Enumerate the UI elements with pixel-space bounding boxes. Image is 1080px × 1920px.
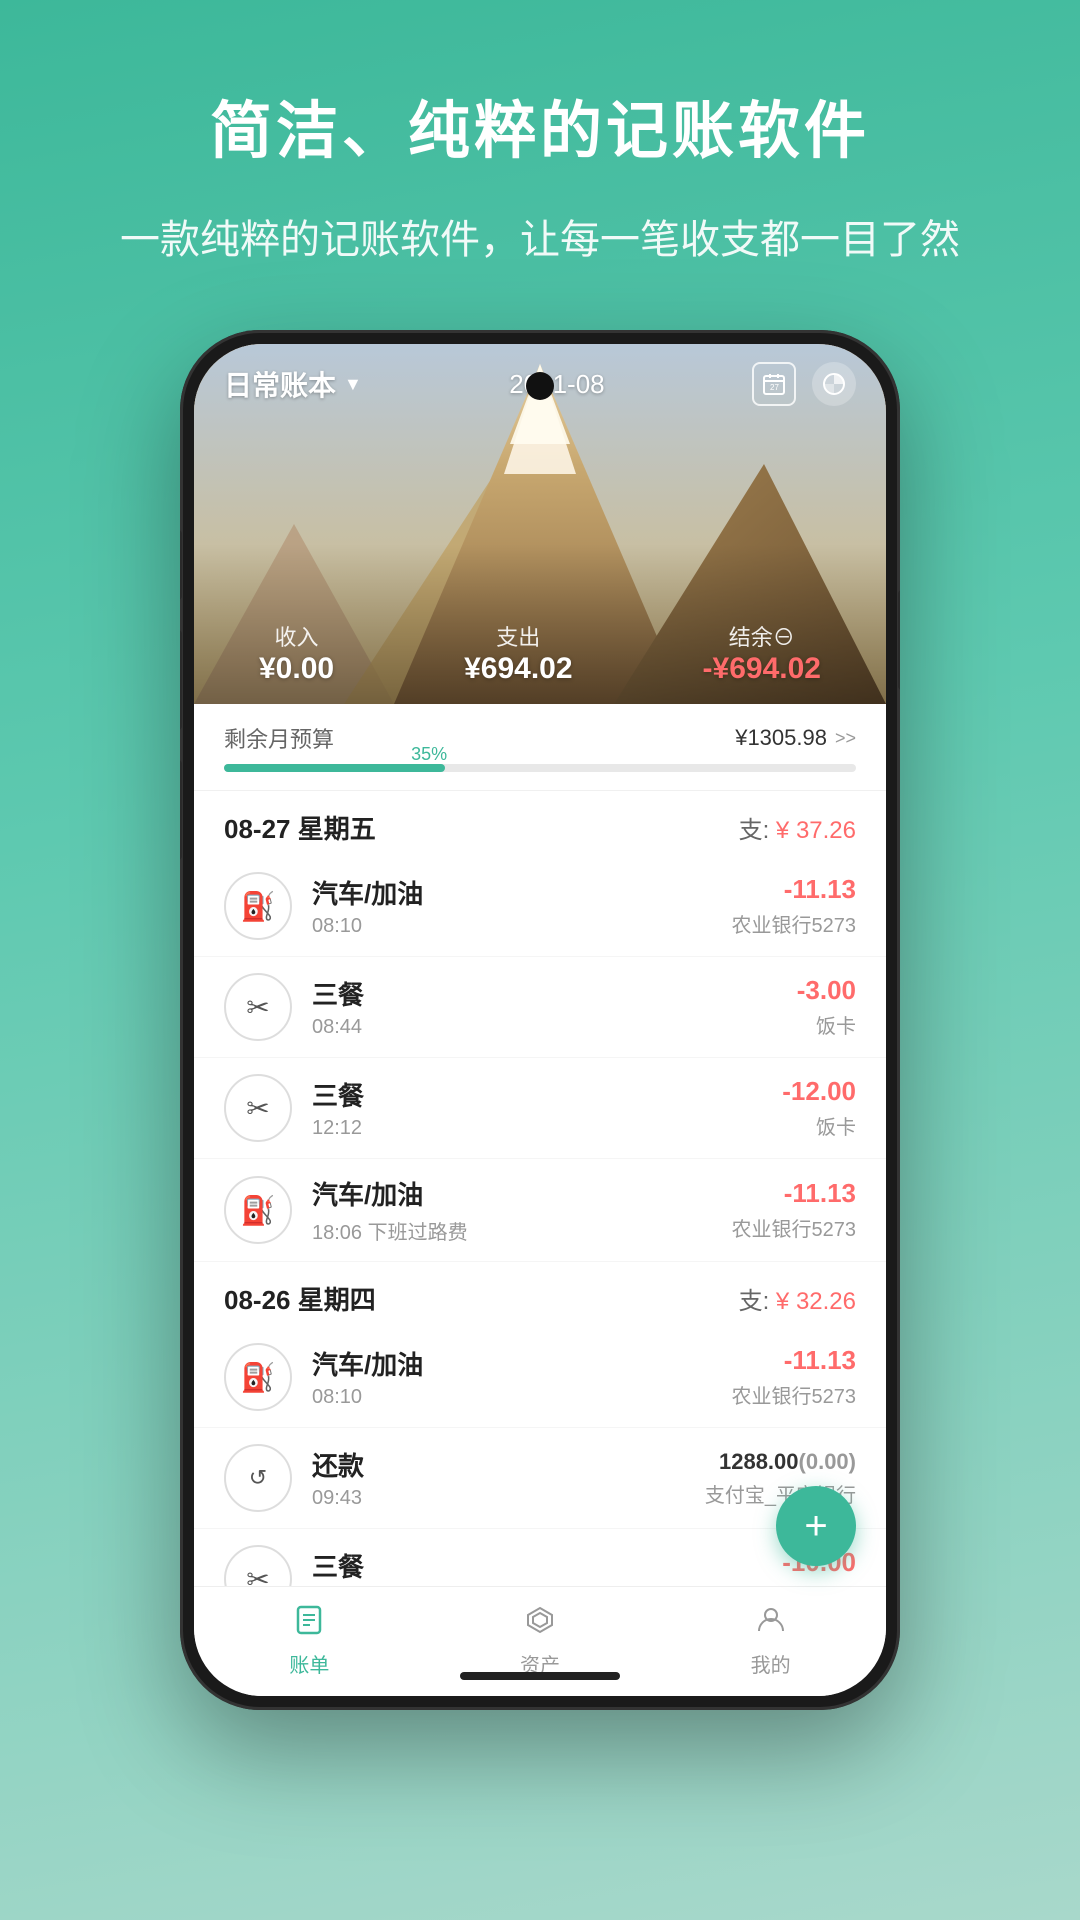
stat-expense: 支出 ¥694.02 (464, 620, 572, 686)
tx-bank: 农业银行5273 (732, 1213, 857, 1242)
tx-amount: -11.13 (732, 1178, 857, 1209)
tx-icon-meal: ✂ (224, 973, 292, 1041)
page-subtitle-text: 一款纯粹的记账软件，让每一笔收支都一目了然 (40, 210, 1040, 270)
tx-category: 还款 (312, 1446, 685, 1483)
page-title-text: 简洁、纯粹的记账软件 (210, 80, 870, 170)
nav-item-assets[interactable]: 资产 (460, 1605, 620, 1678)
tx-time: 12:12 (312, 1117, 762, 1140)
tx-category: 汽车/加油 (312, 1345, 712, 1382)
date-group-total: 支: ¥ 37.26 (739, 810, 856, 845)
tx-category: 汽车/加油 (312, 1175, 712, 1212)
header-date: 2021-08 (509, 369, 604, 400)
tx-amount: -3.00 (797, 975, 856, 1006)
tx-bank: 农业银行5273 (732, 1380, 857, 1409)
calendar-icon[interactable]: 27 (752, 362, 796, 406)
dropdown-arrow-icon: ▼ (344, 374, 362, 395)
budget-pct-label: 35% (411, 744, 447, 765)
date-group-label: 08-27 星期五 (224, 809, 376, 846)
tx-item[interactable]: ⛽ 汽车/加油 18:06 下班过路费 -11.13 农业银行5273 (194, 1159, 886, 1262)
tx-category: 三餐 (312, 975, 777, 1012)
budget-label: 剩余月预算 (224, 722, 334, 754)
add-fab[interactable]: + (776, 1486, 856, 1566)
nav-label-bills: 账单 (289, 1649, 329, 1678)
tx-info: 三餐 12:12 (312, 1076, 762, 1140)
account-name: 日常账本 (224, 364, 336, 404)
date-group-header-0827: 08-27 星期五 支: ¥ 37.26 (194, 791, 886, 856)
budget-chevron-icon: >> (835, 728, 856, 749)
tx-amount: -12.00 (782, 1076, 856, 1107)
tx-amount: -11.13 (732, 874, 857, 905)
tx-category: 三餐 (312, 1076, 762, 1113)
assets-icon (525, 1605, 555, 1643)
account-selector[interactable]: 日常账本 ▼ (224, 364, 362, 404)
budget-bar: 35% (224, 764, 856, 772)
tx-icon-fuel2: ⛽ (224, 1176, 292, 1244)
scroll-content[interactable]: 08-27 星期五 支: ¥ 37.26 ⛽ 汽车/加油 08:10 -11.1… (194, 791, 886, 1586)
tx-item[interactable]: ⛽ 汽车/加油 08:10 -11.13 农业银行5273 (194, 856, 886, 957)
budget-amount: ¥1305.98 >> (735, 725, 856, 751)
tx-info: 汽车/加油 08:10 (312, 874, 712, 938)
tx-item[interactable]: ✂ 三餐 08:44 -3.00 饭卡 (194, 957, 886, 1058)
balance-label: 结余⊖ (703, 620, 821, 652)
tx-right: -12.00 饭卡 (782, 1076, 856, 1140)
nav-label-profile: 我的 (751, 1649, 791, 1678)
bills-icon (294, 1605, 324, 1643)
tx-right: -11.13 农业银行5273 (732, 1345, 857, 1409)
date-group-header-0826: 08-26 星期四 支: ¥ 32.26 (194, 1262, 886, 1327)
tx-bank: 饭卡 (782, 1111, 856, 1140)
punch-hole (526, 372, 554, 400)
tx-icon-meal3: ✂ (224, 1545, 292, 1586)
tx-info: 汽车/加油 18:06 下班过路费 (312, 1175, 712, 1245)
tx-item[interactable]: ✂ 三餐 12:12 -12.00 饭卡 (194, 1058, 886, 1159)
nav-item-bills[interactable]: 账单 (229, 1605, 389, 1678)
profile-icon (756, 1605, 786, 1643)
tx-time: 08:44 (312, 1016, 777, 1039)
tx-info: 还款 09:43 (312, 1446, 685, 1510)
tx-info: 三餐 12:18 (312, 1547, 762, 1586)
tx-time: 18:06 下班过路费 (312, 1216, 712, 1245)
stat-balance: 结余⊖ -¥694.02 (703, 620, 821, 686)
tx-bank: 饭卡 (797, 1010, 856, 1039)
tx-right: -11.13 农业银行5273 (732, 874, 857, 938)
income-label: 收入 (259, 620, 334, 652)
stats-row: 收入 ¥0.00 支出 ¥694.02 结余⊖ -¥694.02 (194, 620, 886, 686)
chart-icon[interactable] (812, 362, 856, 406)
tx-category: 汽车/加油 (312, 874, 712, 911)
balance-value: -¥694.02 (703, 652, 821, 686)
tx-amount: -11.13 (732, 1345, 857, 1376)
tx-bank: 农业银行5273 (732, 909, 857, 938)
tx-right: -11.13 农业银行5273 (732, 1178, 857, 1242)
tx-icon-repay: ↺ (224, 1444, 292, 1512)
tx-category: 三餐 (312, 1547, 762, 1584)
expense-value: ¥694.02 (464, 652, 572, 686)
tx-time: 08:10 (312, 1386, 712, 1409)
budget-bar-fill: 35% (224, 764, 445, 772)
date-group-label2: 08-26 星期四 (224, 1280, 376, 1317)
income-value: ¥0.00 (259, 652, 334, 686)
svg-text:27: 27 (770, 383, 779, 392)
header-icons: 27 (752, 362, 856, 406)
stat-income: 收入 ¥0.00 (259, 620, 334, 686)
tx-icon-meal2: ✂ (224, 1074, 292, 1142)
tx-amount: 1288.00(0.00) (705, 1449, 856, 1475)
phone-frame: 日常账本 ▼ 2021-08 27 (180, 330, 900, 1710)
phone-screen: 日常账本 ▼ 2021-08 27 (194, 344, 886, 1696)
nav-item-profile[interactable]: 我的 (691, 1605, 851, 1678)
date-group-total2: 支: ¥ 32.26 (739, 1281, 856, 1316)
budget-section: 剩余月预算 ¥1305.98 >> 35% (194, 704, 886, 791)
expense-label: 支出 (464, 620, 572, 652)
tx-info: 汽车/加油 08:10 (312, 1345, 712, 1409)
tx-item[interactable]: ⛽ 汽车/加油 08:10 -11.13 农业银行5273 (194, 1327, 886, 1428)
tx-right: -3.00 饭卡 (797, 975, 856, 1039)
tx-icon-fuel: ⛽ (224, 872, 292, 940)
phone-mockup: 日常账本 ▼ 2021-08 27 (180, 330, 900, 1710)
tx-time: 09:43 (312, 1487, 685, 1510)
tx-info: 三餐 08:44 (312, 975, 777, 1039)
tx-icon-fuel3: ⛽ (224, 1343, 292, 1411)
home-indicator (460, 1672, 620, 1680)
tx-time: 08:10 (312, 915, 712, 938)
